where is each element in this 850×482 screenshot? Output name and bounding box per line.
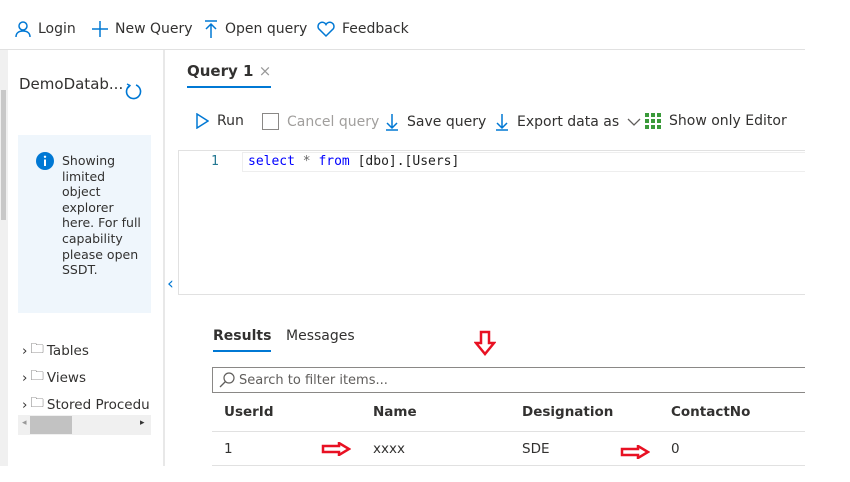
annotation-arrow-right-icon bbox=[321, 442, 351, 456]
row-divider bbox=[212, 431, 805, 432]
info-banner: Showing limited object explorer here. Fo… bbox=[18, 135, 151, 313]
tree-label: Tables bbox=[46, 342, 89, 359]
chevron-right-icon: › bbox=[22, 369, 28, 386]
code-identifier: [dbo].[Users] bbox=[349, 154, 460, 169]
folder-icon: 🗀 bbox=[30, 395, 44, 411]
upload-icon bbox=[205, 20, 217, 38]
export-label: Export data as bbox=[517, 114, 620, 130]
open-query-label: Open query bbox=[225, 21, 308, 37]
search-placeholder: Search to filter items... bbox=[239, 372, 388, 388]
info-icon bbox=[36, 152, 54, 170]
grid-icon bbox=[645, 113, 661, 129]
chevron-right-icon: › bbox=[22, 396, 28, 413]
open-query-button[interactable]: Open query bbox=[203, 20, 307, 38]
code-keyword: select bbox=[248, 154, 295, 169]
cell-name: xxxx bbox=[373, 441, 405, 457]
login-button[interactable]: Login bbox=[14, 20, 76, 38]
cell-contactno: 0 bbox=[671, 441, 680, 457]
cancel-query-button[interactable]: Cancel query bbox=[262, 113, 379, 130]
show-only-editor-button[interactable]: Show only Editor bbox=[645, 113, 787, 129]
tree-item-views[interactable]: › 🗀 Views bbox=[22, 366, 167, 389]
row-divider bbox=[212, 465, 805, 466]
person-icon bbox=[15, 21, 31, 38]
tree-item-stored-procedures[interactable]: › 🗀 Stored Procedu bbox=[22, 393, 167, 416]
annotation-arrow-down-icon bbox=[474, 330, 496, 356]
close-icon[interactable]: × bbox=[259, 62, 272, 80]
annotation-arrow-right-icon bbox=[620, 445, 650, 459]
column-header-designation[interactable]: Designation bbox=[522, 404, 613, 420]
run-label: Run bbox=[217, 113, 244, 129]
cell-designation: SDE bbox=[522, 441, 550, 457]
line-number: 1 bbox=[211, 154, 219, 169]
tree-item-tables[interactable]: › 🗀 Tables bbox=[22, 339, 167, 362]
code-line: select * from [dbo].[Users] bbox=[248, 154, 459, 169]
collapse-sidebar-icon[interactable]: ‹ bbox=[167, 274, 174, 294]
login-label: Login bbox=[38, 21, 76, 37]
feedback-button[interactable]: Feedback bbox=[316, 20, 409, 38]
info-text: Showing limited object explorer here. Fo… bbox=[62, 153, 141, 278]
object-explorer: DemoDatab... Showing limited object expl… bbox=[8, 50, 165, 466]
save-label: Save query bbox=[407, 114, 487, 130]
chevron-down-icon bbox=[627, 118, 641, 126]
horizontal-scrollbar[interactable]: ◂ ▸ bbox=[18, 415, 151, 435]
refresh-icon[interactable] bbox=[124, 82, 144, 102]
export-data-button[interactable]: Export data as bbox=[495, 113, 641, 131]
search-icon bbox=[219, 372, 235, 388]
download-icon bbox=[386, 114, 398, 131]
new-query-button[interactable]: New Query bbox=[91, 20, 193, 38]
database-name: DemoDatab... bbox=[19, 75, 124, 93]
scrollbar-thumb[interactable] bbox=[30, 416, 72, 434]
feedback-label: Feedback bbox=[342, 21, 409, 37]
code-keyword: from bbox=[318, 154, 350, 169]
filter-search-box[interactable]: Search to filter items... bbox=[212, 367, 805, 393]
vertical-scrollbar[interactable] bbox=[0, 50, 8, 466]
cell-userid: 1 bbox=[224, 441, 233, 457]
download-icon bbox=[496, 114, 508, 131]
tree-label: Stored Procedu bbox=[46, 396, 150, 413]
chevron-right-icon: › bbox=[22, 342, 28, 359]
folder-icon: 🗀 bbox=[30, 368, 44, 384]
code-operator: * bbox=[294, 154, 319, 169]
code-editor[interactable]: 1 select * from [dbo].[Users] bbox=[178, 150, 805, 295]
folder-icon: 🗀 bbox=[30, 341, 44, 357]
column-header-contactno[interactable]: ContactNo bbox=[671, 404, 750, 420]
run-button[interactable]: Run bbox=[195, 113, 244, 129]
scrollbar-thumb[interactable] bbox=[1, 90, 6, 220]
column-header-name[interactable]: Name bbox=[373, 404, 417, 420]
cancel-label: Cancel query bbox=[287, 113, 380, 130]
tab-query-1[interactable]: Query 1 × bbox=[187, 62, 272, 88]
plus-icon bbox=[92, 21, 108, 37]
play-icon bbox=[196, 113, 209, 129]
show-editor-label: Show only Editor bbox=[669, 113, 787, 129]
tab-results[interactable]: Results bbox=[213, 328, 272, 352]
tab-label: Query 1 bbox=[187, 62, 254, 80]
save-query-button[interactable]: Save query bbox=[385, 113, 486, 131]
checkbox-icon bbox=[262, 113, 279, 130]
tab-messages[interactable]: Messages bbox=[286, 328, 355, 344]
scroll-right-icon[interactable]: ▸ bbox=[140, 418, 145, 428]
heart-icon bbox=[317, 21, 335, 38]
top-toolbar: Login New Query Open query Feedback bbox=[0, 0, 805, 50]
tree-label: Views bbox=[46, 369, 86, 386]
new-query-label: New Query bbox=[115, 21, 193, 37]
column-header-userid[interactable]: UserId bbox=[224, 404, 274, 420]
scroll-left-icon[interactable]: ◂ bbox=[22, 418, 27, 428]
